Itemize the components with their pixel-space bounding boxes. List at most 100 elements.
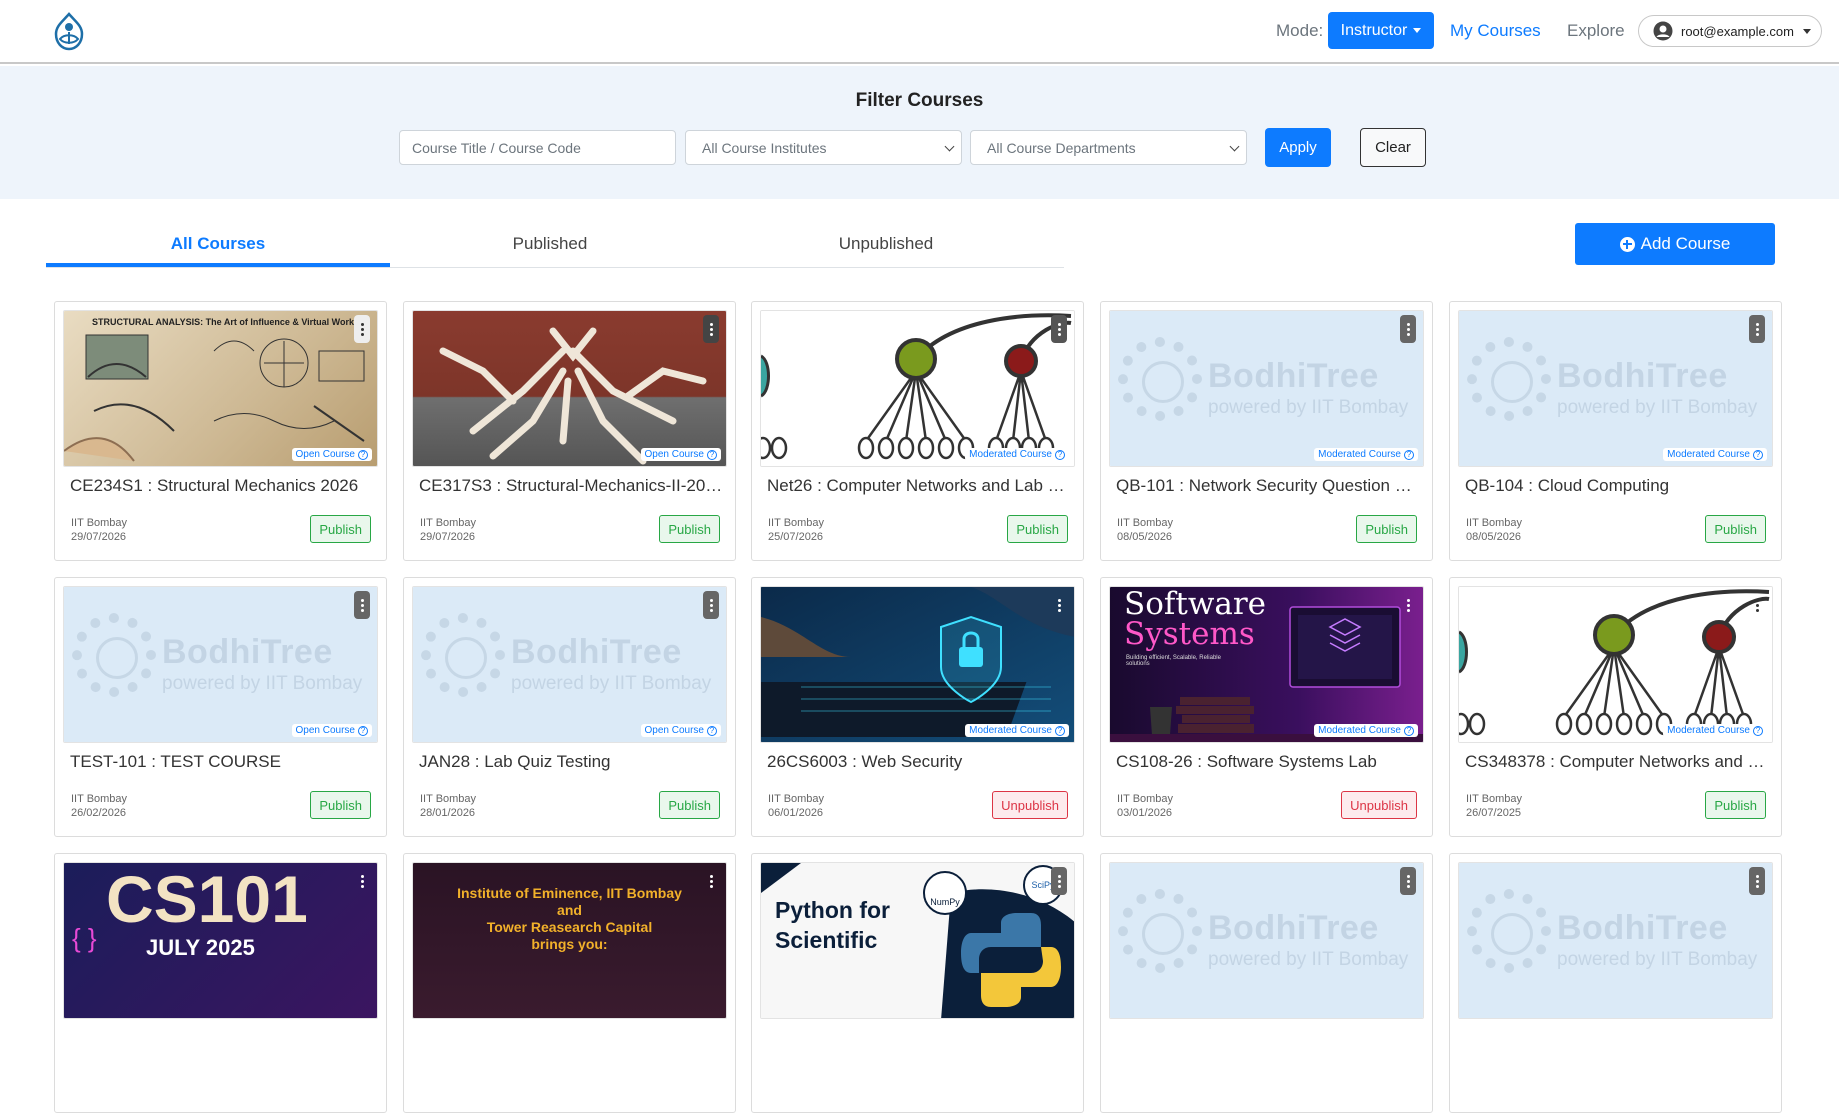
publish-button[interactable]: Publish: [310, 515, 371, 543]
card-options-icon[interactable]: [1749, 867, 1765, 895]
course-date: 29/07/2026: [71, 531, 127, 543]
mode-dropdown-button[interactable]: Instructor: [1328, 12, 1434, 49]
help-icon[interactable]: ?: [358, 449, 368, 460]
course-title[interactable]: CS108-26 : Software Systems Lab: [1116, 752, 1421, 772]
course-institute: IIT Bombay: [71, 517, 128, 529]
help-icon[interactable]: ?: [1404, 725, 1414, 736]
course-card[interactable]: Institute of Eminence, IIT Bombay and To…: [403, 853, 736, 1113]
nav-explore-link[interactable]: Explore: [1567, 21, 1625, 41]
help-icon[interactable]: ?: [1753, 725, 1763, 736]
help-icon[interactable]: ?: [1055, 725, 1065, 736]
bodhitree-logo[interactable]: [52, 12, 86, 52]
course-card[interactable]: BodhiTree powered by IIT Bombay Moderate…: [1449, 301, 1782, 561]
institute-select[interactable]: All Course Institutes: [685, 130, 962, 165]
iitb-logo-icon: [421, 613, 505, 697]
unpublish-button[interactable]: Unpublish: [1341, 791, 1417, 819]
placeholder-thumbnail: BodhiTree powered by IIT Bombay: [1110, 863, 1423, 1018]
course-card[interactable]: Moderated Course ? 26CS6003 : Web Securi…: [751, 577, 1084, 837]
help-icon[interactable]: ?: [358, 725, 368, 736]
network-tree-image: [761, 313, 1072, 460]
course-title[interactable]: Net26 : Computer Networks and Lab 2026: [767, 476, 1072, 496]
card-options-icon[interactable]: [703, 591, 719, 619]
access-badge: Moderated Course ?: [1663, 724, 1767, 737]
publish-button[interactable]: Publish: [310, 791, 371, 819]
department-select[interactable]: All Course Departments: [970, 130, 1247, 165]
course-card[interactable]: STRUCTURAL ANALYSIS: The Art of Influenc…: [54, 301, 387, 561]
access-badge-label: Open Course: [644, 725, 704, 736]
course-card[interactable]: BodhiTree powered by IIT Bombay Open Cou…: [54, 577, 387, 837]
placeholder-tagline: powered by IIT Bombay: [1208, 949, 1409, 970]
card-options-icon[interactable]: [354, 591, 370, 619]
publish-button[interactable]: Publish: [1705, 515, 1766, 543]
course-card[interactable]: CS101 JULY 2025 { }: [54, 853, 387, 1113]
course-title[interactable]: QB-101 : Network Security Question Bank: [1116, 476, 1421, 496]
card-options-icon[interactable]: [1400, 867, 1416, 895]
course-card[interactable]: Open Course ? CE317S3 : Structural-Mecha…: [403, 301, 736, 561]
course-card[interactable]: Moderated Course ? CS348378 : Computer N…: [1449, 577, 1782, 837]
course-date: 26/02/2026: [71, 807, 127, 819]
robot-structure-image: [439, 327, 707, 465]
access-badge-label: Open Course: [295, 449, 355, 460]
card-options-icon[interactable]: [1051, 591, 1067, 619]
publish-button[interactable]: Publish: [1007, 515, 1068, 543]
course-title[interactable]: CS348378 : Computer Networks and Lab: [1465, 752, 1770, 772]
card-options-icon[interactable]: [1051, 315, 1067, 343]
card-options-icon[interactable]: [354, 867, 370, 895]
card-options-icon[interactable]: [1400, 591, 1416, 619]
course-title[interactable]: JAN28 : Lab Quiz Testing: [419, 752, 724, 772]
course-card[interactable]: Moderated Course ? Net26 : Computer Netw…: [751, 301, 1084, 561]
card-options-icon[interactable]: [1749, 315, 1765, 343]
course-card[interactable]: NumPy SciPy Python for Scientific: [751, 853, 1084, 1113]
thumbnail-subtitle: JULY 2025: [146, 935, 255, 960]
tab-published[interactable]: Published: [390, 234, 710, 254]
clear-button[interactable]: Clear: [1360, 128, 1426, 167]
card-options-icon[interactable]: [703, 867, 719, 895]
access-badge-label: Moderated Course: [1667, 725, 1750, 736]
tab-all-courses[interactable]: All Courses: [46, 234, 390, 254]
user-menu-button[interactable]: root@example.com: [1638, 15, 1822, 47]
help-icon[interactable]: ?: [1404, 449, 1414, 460]
card-options-icon[interactable]: [1400, 315, 1416, 343]
course-search-input[interactable]: Course Title / Course Code: [399, 130, 676, 165]
apply-button[interactable]: Apply: [1265, 128, 1331, 167]
course-thumbnail: Moderated Course ?: [760, 586, 1075, 743]
course-card[interactable]: BodhiTree powered by IIT Bombay: [1449, 853, 1782, 1113]
help-icon[interactable]: ?: [1753, 449, 1763, 460]
thumbnail-title: CS101: [106, 862, 308, 936]
card-options-icon[interactable]: [354, 315, 370, 343]
help-icon[interactable]: ?: [707, 725, 717, 736]
course-date: 06/01/2026: [768, 807, 824, 819]
course-thumbnail: NumPy SciPy Python for Scientific: [760, 862, 1075, 1019]
placeholder-thumbnail: BodhiTree powered by IIT Bombay Moderate…: [1459, 311, 1772, 466]
course-title[interactable]: 26CS6003 : Web Security: [767, 752, 1072, 772]
card-options-icon[interactable]: [1749, 591, 1765, 619]
publish-button[interactable]: Publish: [659, 515, 720, 543]
placeholder-brand: BodhiTree: [1557, 909, 1728, 947]
course-card[interactable]: Software Systems Building efficient, Sca…: [1100, 577, 1433, 837]
course-institute: IIT Bombay: [1117, 793, 1174, 805]
course-title[interactable]: CE234S1 : Structural Mechanics 2026: [70, 476, 375, 496]
placeholder-brand: BodhiTree: [162, 633, 333, 671]
tab-unpublished[interactable]: Unpublished: [726, 234, 1046, 254]
publish-button[interactable]: Publish: [659, 791, 720, 819]
course-title[interactable]: TEST-101 : TEST COURSE: [70, 752, 375, 772]
access-badge: Moderated Course ?: [965, 448, 1069, 461]
help-icon[interactable]: ?: [707, 449, 717, 460]
mode-value: Instructor: [1340, 21, 1408, 39]
course-title[interactable]: CE317S3 : Structural-Mechanics-II-2026: [419, 476, 724, 496]
course-card[interactable]: BodhiTree powered by IIT Bombay Open Cou…: [403, 577, 736, 837]
unpublish-button[interactable]: Unpublish: [992, 791, 1068, 819]
course-title[interactable]: QB-104 : Cloud Computing: [1465, 476, 1770, 496]
card-options-icon[interactable]: [703, 315, 719, 343]
course-institute: IIT Bombay: [420, 517, 477, 529]
help-icon[interactable]: ?: [1055, 449, 1065, 460]
publish-button[interactable]: Publish: [1705, 791, 1766, 819]
nav-my-courses-link[interactable]: My Courses: [1450, 21, 1541, 41]
card-options-icon[interactable]: [1051, 867, 1067, 895]
user-avatar-icon: [1653, 21, 1673, 41]
add-course-button[interactable]: Add Course: [1575, 223, 1775, 265]
course-card[interactable]: BodhiTree powered by IIT Bombay Moderate…: [1100, 301, 1433, 561]
publish-button[interactable]: Publish: [1356, 515, 1417, 543]
course-card[interactable]: BodhiTree powered by IIT Bombay: [1100, 853, 1433, 1113]
thumbnail-line3: Tower Reasearch Capital: [486, 919, 653, 935]
